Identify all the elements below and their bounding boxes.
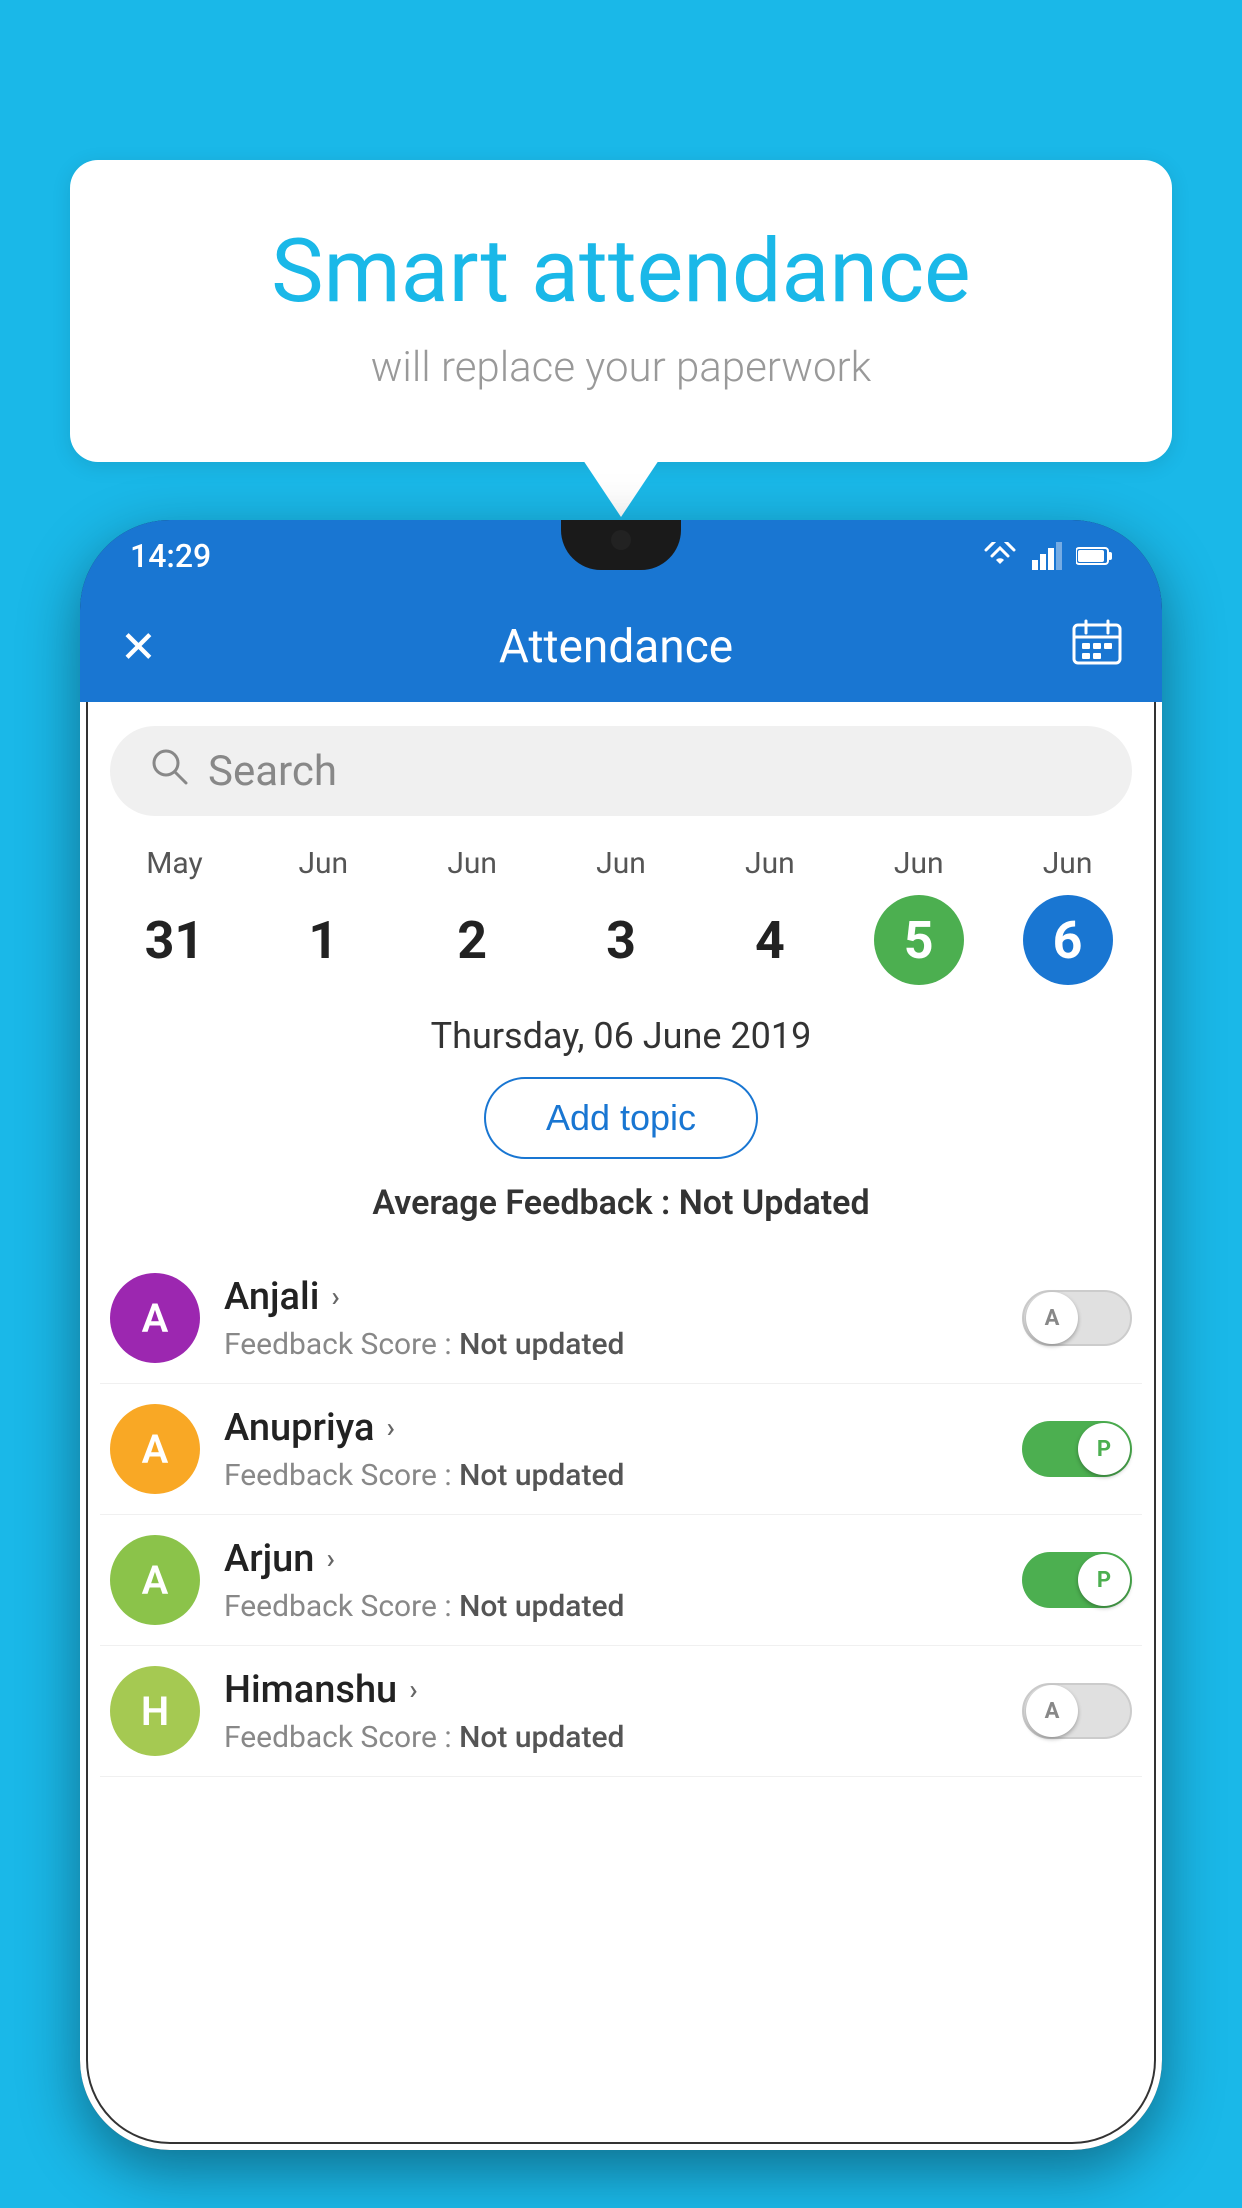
speech-bubble-container: Smart attendance will replace your paper… bbox=[70, 160, 1172, 462]
phone-frame: 14:29 bbox=[80, 520, 1162, 2150]
feedback-score: Feedback Score : Not updated bbox=[224, 1589, 1022, 1624]
toggle-knob: P bbox=[1078, 1423, 1130, 1475]
add-topic-button[interactable]: Add topic bbox=[484, 1077, 758, 1159]
cal-date-label: 31 bbox=[129, 895, 219, 985]
cal-month-label: May bbox=[146, 846, 202, 881]
student-info: Anupriya › Feedback Score : Not updated bbox=[224, 1406, 1022, 1493]
toggle-track: A bbox=[1022, 1290, 1132, 1346]
cal-date-label: 5 bbox=[874, 895, 964, 985]
chevron-right-icon: › bbox=[326, 1542, 334, 1575]
chevron-right-icon: › bbox=[331, 1280, 339, 1313]
cal-month-label: Jun bbox=[298, 846, 348, 881]
student-item[interactable]: A Anupriya › Feedback Score : Not updated P bbox=[100, 1384, 1142, 1515]
student-name: Anupriya › bbox=[224, 1406, 1022, 1450]
cal-month-label: Jun bbox=[745, 846, 795, 881]
student-item[interactable]: A Arjun › Feedback Score : Not updated P bbox=[100, 1515, 1142, 1646]
status-icons bbox=[982, 542, 1112, 570]
bubble-subtitle: will replace your paperwork bbox=[150, 343, 1092, 392]
calendar-icon[interactable] bbox=[1072, 619, 1122, 675]
toggle-track: P bbox=[1022, 1552, 1132, 1608]
cal-date-label: 3 bbox=[576, 895, 666, 985]
bubble-title: Smart attendance bbox=[150, 220, 1092, 323]
cal-day-6[interactable]: Jun 6 bbox=[993, 846, 1142, 985]
cal-month-label: Jun bbox=[447, 846, 497, 881]
selected-date-label: Thursday, 06 June 2019 bbox=[80, 1005, 1162, 1077]
battery-icon bbox=[1076, 546, 1112, 566]
cal-month-label: Jun bbox=[596, 846, 646, 881]
cal-day-5[interactable]: Jun 5 bbox=[844, 846, 993, 985]
toggle-knob: A bbox=[1026, 1685, 1078, 1737]
toggle-knob: A bbox=[1026, 1292, 1078, 1344]
signal-icon bbox=[1032, 542, 1062, 570]
app-bar-title: Attendance bbox=[180, 620, 1052, 674]
app-bar: ✕ Attendance bbox=[80, 592, 1162, 702]
notch bbox=[561, 520, 681, 570]
chevron-right-icon: › bbox=[386, 1411, 394, 1444]
feedback-value: Not updated bbox=[459, 1720, 624, 1755]
student-avatar: A bbox=[110, 1404, 200, 1494]
student-item[interactable]: AAnjali ›Feedback Score : Not updatedA bbox=[100, 1253, 1142, 1384]
student-name: Anjali › bbox=[224, 1275, 1022, 1319]
feedback-value: Not updated bbox=[459, 1589, 624, 1624]
attendance-toggle[interactable]: A bbox=[1022, 1683, 1132, 1739]
avg-feedback-value: Not Updated bbox=[679, 1183, 870, 1223]
student-info: Arjun › Feedback Score : Not updated bbox=[224, 1537, 1022, 1624]
student-avatar: A bbox=[110, 1273, 200, 1363]
feedback-score: Feedback Score : Not updated bbox=[224, 1327, 1022, 1362]
cal-date-label: 2 bbox=[427, 895, 517, 985]
speech-bubble: Smart attendance will replace your paper… bbox=[70, 160, 1172, 462]
student-info: Anjali › Feedback Score : Not updated bbox=[224, 1275, 1022, 1362]
wifi-icon bbox=[982, 542, 1018, 570]
calendar-strip: May 31 Jun 1 Jun 2 Jun 3 Jun 4 Jun 5 Jun 6 bbox=[80, 836, 1162, 1005]
chevron-right-icon: › bbox=[409, 1673, 417, 1706]
student-list: AAnjali ›Feedback Score : Not updatedAAA… bbox=[80, 1253, 1162, 1777]
cal-date-label: 1 bbox=[278, 895, 368, 985]
feedback-value: Not updated bbox=[459, 1327, 624, 1362]
search-icon bbox=[150, 747, 188, 795]
student-item[interactable]: H Himanshu › Feedback Score : Not updatedA bbox=[100, 1646, 1142, 1777]
student-name: Himanshu › bbox=[224, 1668, 1022, 1712]
phone-container: 14:29 bbox=[80, 520, 1162, 2208]
avg-feedback-label: Average Feedback : bbox=[372, 1183, 678, 1223]
average-feedback: Average Feedback : Not Updated bbox=[80, 1183, 1162, 1223]
search-bar[interactable]: Search bbox=[110, 726, 1132, 816]
attendance-toggle[interactable]: P bbox=[1022, 1421, 1132, 1477]
cal-day-3[interactable]: Jun 3 bbox=[547, 846, 696, 985]
attendance-toggle[interactable]: P bbox=[1022, 1552, 1132, 1608]
cal-day-1[interactable]: Jun 1 bbox=[249, 846, 398, 985]
feedback-score: Feedback Score : Not updated bbox=[224, 1720, 1022, 1755]
cal-day-2[interactable]: Jun 2 bbox=[398, 846, 547, 985]
attendance-toggle[interactable]: A bbox=[1022, 1290, 1132, 1346]
close-button[interactable]: ✕ bbox=[120, 621, 180, 673]
cal-date-label: 6 bbox=[1023, 895, 1113, 985]
student-avatar: A bbox=[110, 1535, 200, 1625]
cal-day-31[interactable]: May 31 bbox=[100, 846, 249, 985]
screen-content: Search May 31 Jun 1 Jun 2 Jun 3 Jun 4 Jun 5 Jun 6 Thu… bbox=[80, 702, 1162, 2150]
cal-month-label: Jun bbox=[1043, 846, 1093, 881]
feedback-score: Feedback Score : Not updated bbox=[224, 1458, 1022, 1493]
student-avatar: H bbox=[110, 1666, 200, 1756]
status-time: 14:29 bbox=[130, 537, 211, 575]
student-info: Himanshu › Feedback Score : Not updated bbox=[224, 1668, 1022, 1755]
toggle-knob: P bbox=[1078, 1554, 1130, 1606]
cal-day-4[interactable]: Jun 4 bbox=[695, 846, 844, 985]
feedback-value: Not updated bbox=[459, 1458, 624, 1493]
toggle-track: P bbox=[1022, 1421, 1132, 1477]
cal-date-label: 4 bbox=[725, 895, 815, 985]
search-text: Search bbox=[208, 747, 337, 796]
student-name: Arjun › bbox=[224, 1537, 1022, 1581]
toggle-track: A bbox=[1022, 1683, 1132, 1739]
cal-month-label: Jun bbox=[894, 846, 944, 881]
